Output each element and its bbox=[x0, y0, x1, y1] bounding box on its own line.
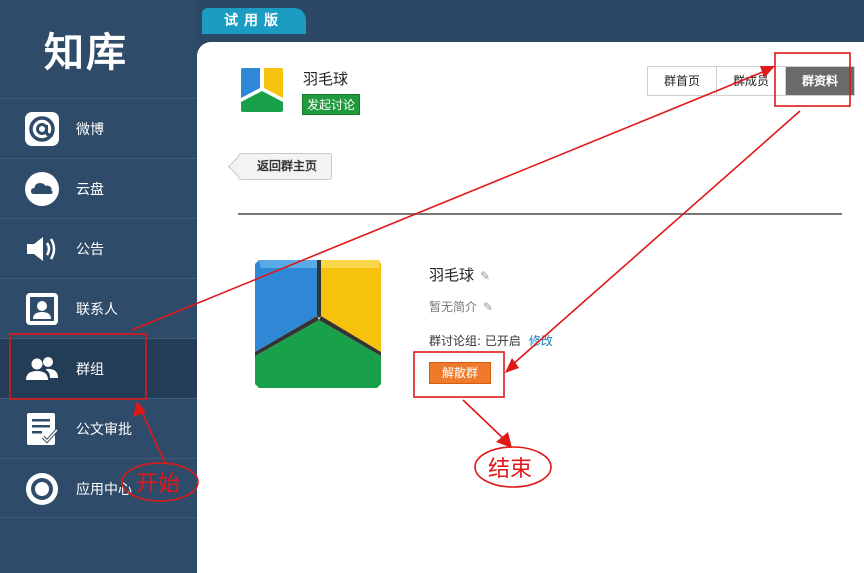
discussion-status-text: 群讨论组: 已开启 bbox=[429, 334, 521, 348]
sidebar-item-weibo[interactable]: 微博 bbox=[0, 98, 197, 158]
edit-intro-pencil-icon[interactable]: ✎ bbox=[483, 300, 493, 314]
sidebar-item-label: 群组 bbox=[76, 362, 104, 378]
contact-icon bbox=[24, 291, 60, 327]
divider bbox=[238, 213, 842, 215]
tab-group-members[interactable]: 群成员 bbox=[717, 67, 787, 95]
group-intro-text: 暂无简介 bbox=[429, 300, 478, 314]
sidebar-item-label: 公告 bbox=[76, 242, 104, 258]
cloud-icon bbox=[24, 171, 60, 207]
dissolve-group-button[interactable]: 解散群 bbox=[429, 362, 491, 384]
sidebar-item-cloud[interactable]: 云盘 bbox=[0, 158, 197, 218]
group-icon bbox=[24, 351, 60, 387]
sidebar-item-notice[interactable]: 公告 bbox=[0, 218, 197, 278]
document-check-icon bbox=[24, 411, 60, 447]
group-large-avatar-icon bbox=[255, 260, 381, 388]
sidebar-item-label: 云盘 bbox=[76, 182, 104, 198]
at-icon bbox=[24, 111, 60, 147]
group-tabs: 群首页 群成员 群资料 bbox=[647, 66, 856, 96]
sidebar-item-contacts[interactable]: 联系人 bbox=[0, 278, 197, 338]
app-logo: 知库 bbox=[44, 30, 128, 76]
group-avatar-icon bbox=[241, 68, 283, 112]
group-name: 羽毛球 ✎ bbox=[429, 264, 490, 285]
sidebar-item-label: 公文审批 bbox=[76, 422, 132, 438]
trial-version-tab: 试用版 bbox=[202, 8, 306, 34]
sidebar-item-groups[interactable]: 群组 bbox=[0, 338, 197, 398]
main-panel: 羽毛球 发起讨论 群首页 群成员 群资料 返回群主页 羽毛球 ✎ 暂无简介 ✎ 群讨… bbox=[197, 42, 864, 573]
sidebar-item-label: 联系人 bbox=[76, 302, 118, 318]
app-center-icon bbox=[24, 471, 60, 507]
speaker-icon bbox=[24, 231, 60, 267]
annotation-end-label: 结束 bbox=[488, 457, 533, 482]
tab-group-home[interactable]: 群首页 bbox=[648, 67, 718, 95]
group-name-text: 羽毛球 bbox=[429, 266, 475, 284]
back-to-group-home-button[interactable]: 返回群主页 bbox=[238, 153, 333, 180]
discussion-status: 群讨论组: 已开启 修改 bbox=[429, 332, 553, 349]
tab-group-info[interactable]: 群资料 bbox=[786, 67, 855, 95]
group-title: 羽毛球 bbox=[303, 70, 349, 88]
annotation-start-label: 开始 bbox=[136, 472, 181, 497]
sidebar-item-label: 微博 bbox=[76, 122, 104, 138]
start-discussion-button[interactable]: 发起讨论 bbox=[302, 94, 361, 115]
edit-discussion-link[interactable]: 修改 bbox=[529, 334, 553, 348]
sidebar-item-label: 应用中心 bbox=[76, 482, 132, 498]
sidebar-item-approval[interactable]: 公文审批 bbox=[0, 398, 197, 458]
edit-name-pencil-icon[interactable]: ✎ bbox=[480, 269, 490, 283]
group-intro: 暂无简介 ✎ bbox=[429, 298, 493, 315]
